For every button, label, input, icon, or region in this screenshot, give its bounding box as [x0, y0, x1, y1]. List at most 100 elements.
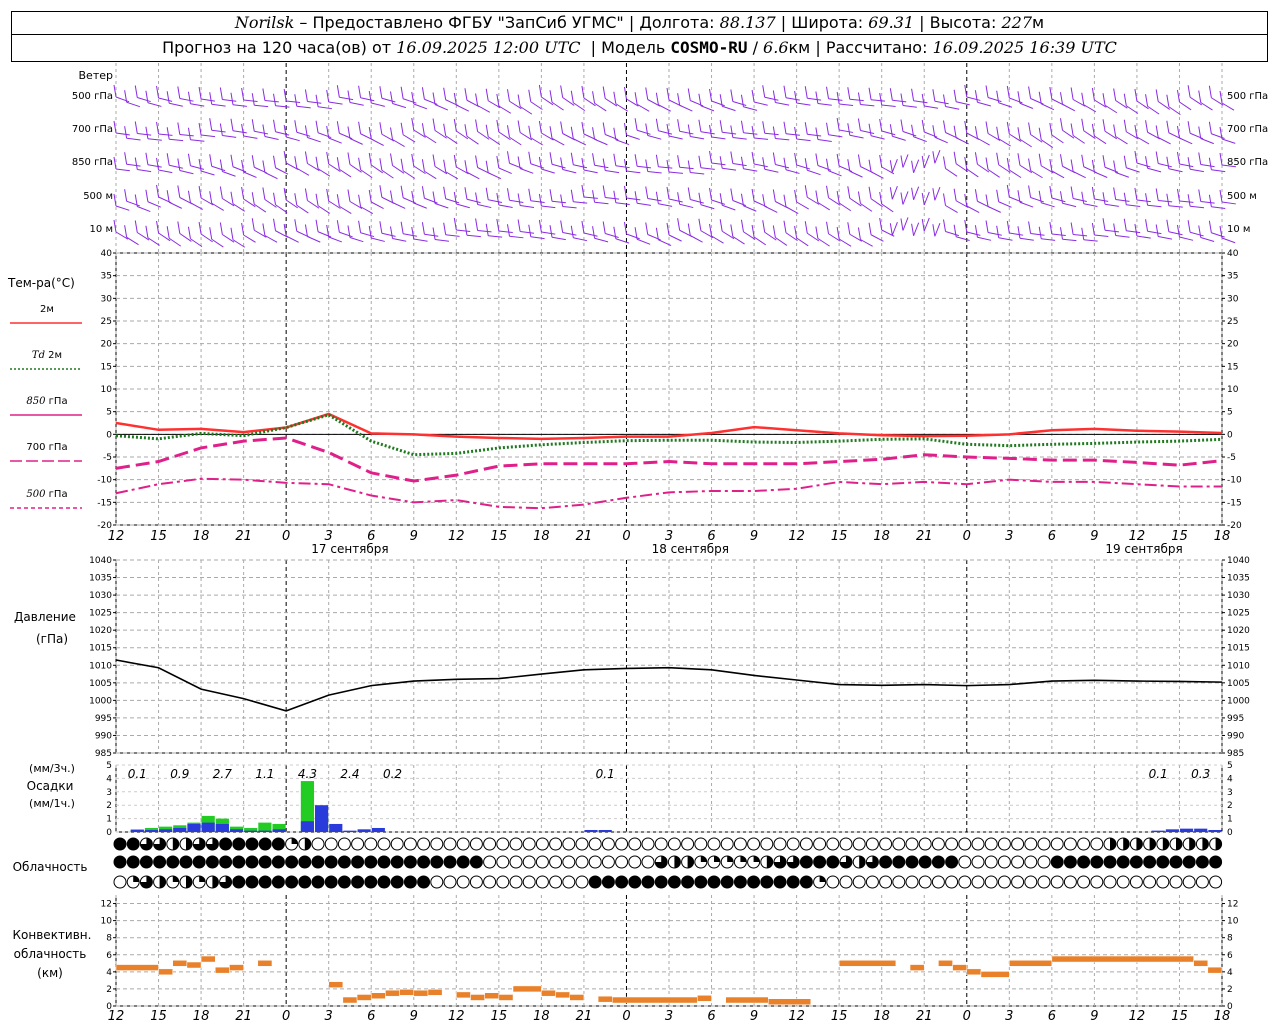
wind-barb [413, 238, 428, 242]
wind-barb-feather [1059, 227, 1063, 240]
wind-barb-feather [124, 152, 128, 165]
wind-barb [1221, 201, 1236, 205]
cloud-symbol-fill [1130, 856, 1143, 868]
wind-barb [201, 98, 215, 102]
wind-barb-feather [1102, 93, 1106, 106]
wind-barb [403, 233, 418, 237]
wind-barb [1211, 206, 1226, 209]
wind-barb-feather [687, 160, 691, 173]
wind-barb-feather [1091, 222, 1095, 236]
cloud-symbol-fill [391, 876, 404, 888]
wind-barb-feather [528, 151, 532, 164]
wind-barb-feather [400, 158, 404, 171]
conv-tick-label: 2 [106, 985, 112, 995]
cloud-symbol [641, 855, 655, 869]
wind-barb-feather [219, 123, 223, 136]
wind-barb [381, 232, 396, 237]
wind-barb-feather [400, 86, 404, 99]
cloud-symbol-fill [206, 856, 219, 868]
wind-barb [775, 102, 790, 106]
cloud-symbol [337, 837, 351, 851]
wind-barb [413, 202, 427, 209]
wind-barb [477, 204, 492, 209]
wind-barb [115, 205, 130, 211]
wind-barb [615, 202, 630, 205]
wind-barb-feather [251, 192, 255, 205]
cloud-symbol [786, 837, 800, 851]
wind-barb-feather [177, 221, 181, 234]
precip-3h-label: 2.4 [340, 767, 359, 781]
cloud-symbol [997, 855, 1011, 869]
wind-barb-feather [613, 226, 617, 239]
pressure-tick-label: 990 [1227, 731, 1244, 741]
cloud-symbol-fill [1104, 856, 1116, 868]
wind-barb [371, 102, 385, 107]
wind-barb [254, 130, 269, 135]
wind-barb-feather [719, 120, 723, 133]
wind-barb [466, 171, 480, 180]
pressure-tick-label: 1015 [1227, 644, 1250, 654]
wind-level-label: 10 м [90, 224, 113, 235]
wind-barb-feather [762, 157, 766, 170]
wind-barb [1009, 232, 1024, 236]
wind-barb-feather [294, 156, 298, 169]
cloud-symbol-fill [140, 856, 153, 868]
cloud-symbol [496, 875, 510, 889]
cloud-symbol [694, 837, 708, 851]
precip-bar [187, 823, 201, 832]
precip-bar [329, 823, 343, 832]
precip-tick-label: 5 [1227, 761, 1233, 771]
wind-barb [796, 164, 811, 170]
wind-barb [509, 199, 524, 203]
wind-barb-feather [124, 189, 128, 202]
x-tick-label: 3 [1005, 1009, 1013, 1024]
wind-barb-feather [698, 119, 702, 132]
wind-barb-feather [421, 123, 425, 136]
precip-tick-label: 0 [1227, 828, 1233, 838]
wind-barb [519, 168, 534, 174]
wind-barb-feather [1145, 120, 1149, 133]
cloud-symbol [1116, 875, 1130, 889]
wind-barb [307, 101, 322, 104]
cloud-symbol-fill [114, 856, 126, 868]
wind-barb-feather [379, 221, 383, 234]
x-tick-label: 15 [831, 1009, 848, 1024]
wind-barb-feather [826, 122, 830, 135]
wind-barb [296, 204, 309, 214]
wind-barb [1009, 97, 1023, 104]
cloud-symbol-fill [291, 838, 298, 844]
wind-barb-feather [294, 94, 298, 107]
conv-title-2: облачность [14, 947, 87, 961]
cloud-symbol [1011, 837, 1025, 851]
wind-barb [509, 136, 522, 146]
precip-bar [343, 830, 357, 832]
wind-barb [349, 237, 364, 243]
wind-barb-feather [804, 221, 808, 234]
wind-barb-feather [783, 121, 787, 134]
cloud-symbol [1090, 875, 1104, 889]
wind-barb-feather [815, 153, 819, 166]
wind-barb [956, 101, 970, 106]
cloud-symbol-fill [700, 856, 707, 862]
temperature-panel: -20 -20-15 -15-10 -10-5 -50 05 510 1015 1520 2025… [97, 249, 1242, 531]
wind-barb-feather [145, 126, 149, 139]
wind-barb-feather [304, 89, 308, 102]
cloud-symbol-fill [674, 856, 681, 868]
wind-barb [1040, 139, 1054, 149]
wind-barb-feather [900, 192, 904, 205]
wind-barb-feather [953, 125, 957, 138]
wind-barb-feather [1081, 154, 1085, 167]
cloud-symbol [522, 837, 536, 851]
wind-barb [222, 135, 237, 138]
wind-barb-feather [1028, 158, 1032, 171]
wind-barb-feather [1198, 225, 1202, 238]
wind-barb-feather [740, 219, 744, 232]
temp-legend-label: 700 гПа [26, 442, 67, 453]
wind-barb-feather [496, 192, 500, 206]
cloud-symbol-fill [1051, 856, 1064, 868]
wind-barb-feather [464, 88, 468, 101]
wind-barb-feather [783, 194, 787, 207]
cloud-symbol-fill [219, 856, 232, 868]
wind-barb [668, 171, 683, 174]
date-label: 18 сентября [652, 542, 729, 556]
